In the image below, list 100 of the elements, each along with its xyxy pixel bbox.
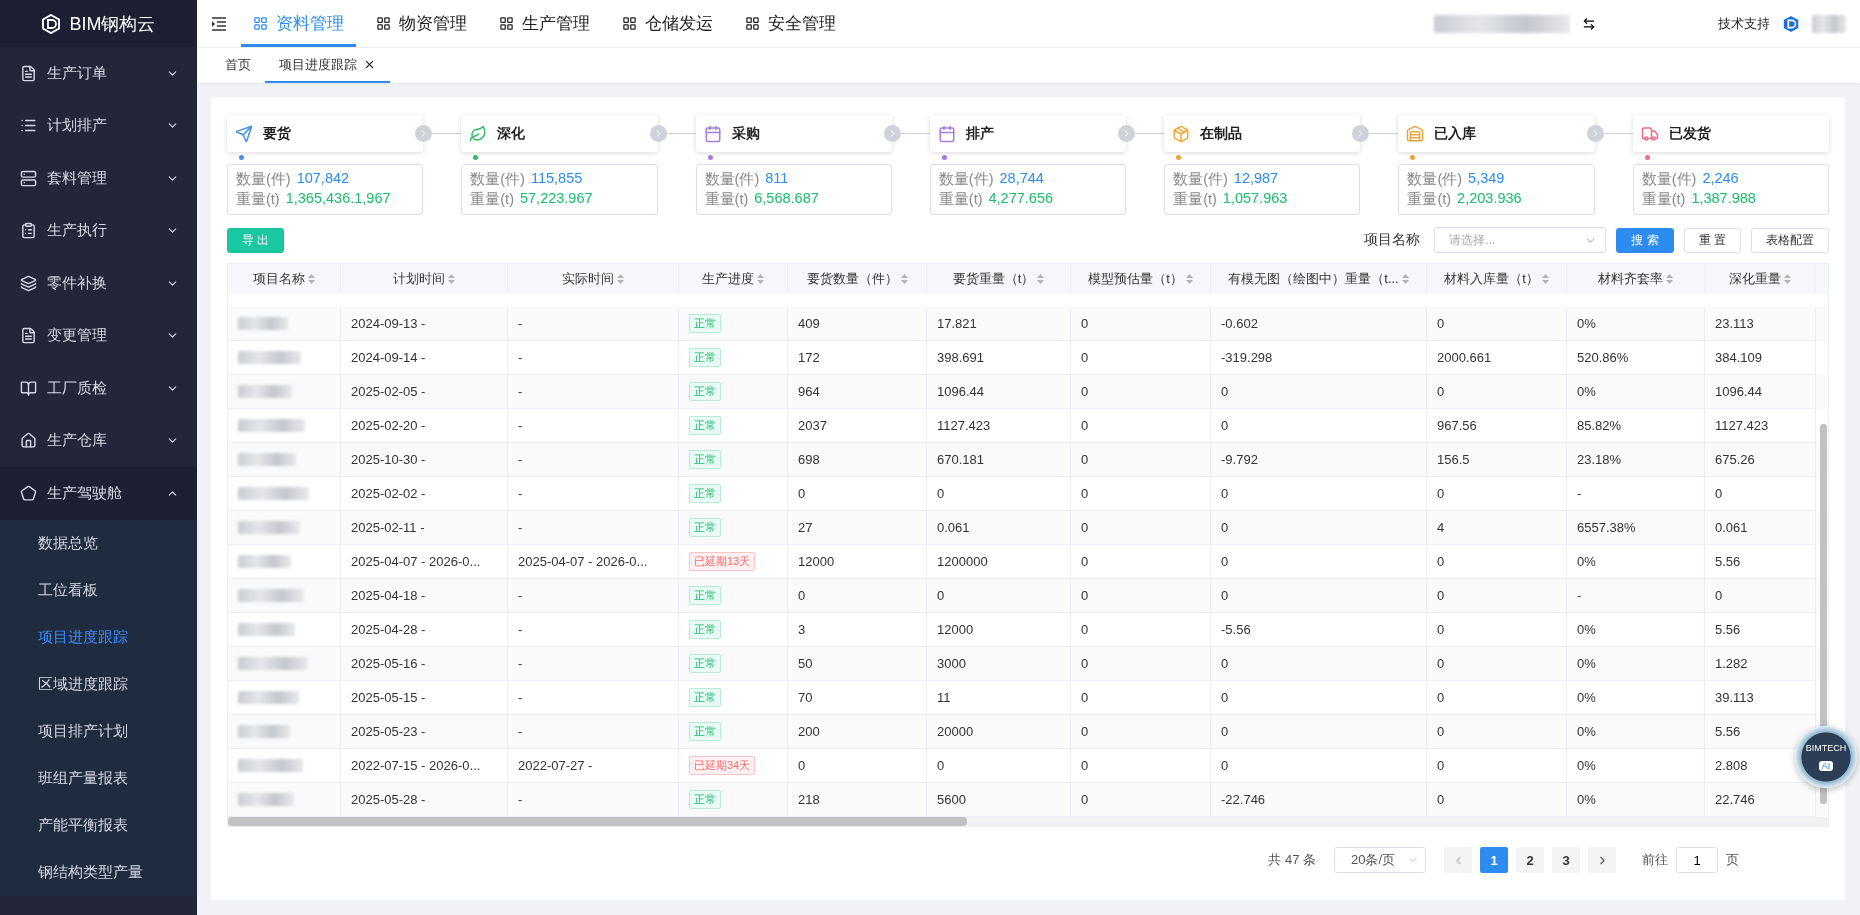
stat-label: 重量(t): [1407, 190, 1452, 209]
column-header[interactable]: 生产进度: [679, 264, 788, 294]
leaf-icon: [469, 124, 488, 143]
support-link[interactable]: 技术支持: [1718, 14, 1770, 33]
sort-icon[interactable]: [1037, 274, 1045, 284]
stage-title: 在制品: [1200, 124, 1243, 143]
status-tag: 正常: [689, 382, 721, 401]
header-label: 实际时间: [562, 270, 614, 288]
layers-icon: [20, 274, 37, 292]
submenu-item[interactable]: 钢结构类型产量: [0, 848, 197, 896]
sidebar-item[interactable]: 生产执行: [0, 204, 197, 257]
stat-value: 57,223.967: [519, 190, 593, 208]
calendar-icon: [937, 124, 956, 143]
stat-label: 数量(件): [470, 170, 525, 189]
sort-icon[interactable]: [757, 274, 764, 284]
clipboard-icon: [20, 222, 37, 240]
stat-label: 数量(件): [938, 170, 994, 189]
column-header[interactable]: 模型预估量（t）: [1071, 264, 1211, 294]
blurred-name: [238, 487, 309, 500]
sort-icon[interactable]: [900, 274, 908, 284]
page-tab[interactable]: 项目进度跟踪: [265, 48, 390, 83]
page-button[interactable]: 3: [1552, 847, 1580, 873]
sidebar-item[interactable]: 套料管理: [0, 152, 197, 205]
submenu-item[interactable]: 区域进度跟踪: [0, 660, 197, 708]
blurred-name: [238, 759, 303, 772]
grid-icon: [499, 16, 514, 31]
header-label: 要货重量（t）: [952, 270, 1035, 288]
header-label: 计划时间: [393, 270, 445, 288]
filter-label: 项目名称: [1364, 231, 1421, 249]
header-label: 有模无图（绘图中）重量（t...: [1228, 270, 1399, 288]
page-tab[interactable]: 首页: [211, 48, 265, 83]
sort-icon[interactable]: [308, 274, 315, 284]
column-header[interactable]: 有模无图（绘图中）重量（t...: [1211, 264, 1427, 294]
column-header[interactable]: 要货重量（t）: [927, 264, 1071, 294]
sort-icon[interactable]: [1185, 274, 1193, 284]
page-size-select[interactable]: 20条/页: [1334, 847, 1426, 873]
sort-icon[interactable]: [617, 274, 624, 284]
sidebar-item[interactable]: 变更管理: [0, 309, 197, 362]
submenu-item[interactable]: 工位看板: [0, 566, 197, 614]
goto-page-field[interactable]: 1: [1676, 847, 1718, 873]
submenu-item[interactable]: 项目进度跟踪: [0, 613, 197, 661]
sort-icon[interactable]: [1666, 274, 1673, 284]
header-label: 材料入库量（t）: [1444, 270, 1539, 288]
submenu-item[interactable]: 班组产量报表: [0, 754, 197, 802]
scrollbar[interactable]: [228, 817, 967, 826]
stat-label: 数量(件): [236, 170, 291, 189]
prev-page-button[interactable]: [1444, 847, 1472, 873]
nav-tab[interactable]: 生产管理: [487, 0, 602, 47]
next-page-button[interactable]: [1588, 847, 1616, 873]
sidebar-item[interactable]: 生产订单: [0, 47, 197, 100]
submenu-item[interactable]: 项目排产计划: [0, 707, 197, 755]
assistant-robot-button[interactable]: BIMTECH AI: [1795, 726, 1857, 788]
menu-icon[interactable]: [211, 16, 227, 31]
sort-icon[interactable]: [1541, 274, 1549, 284]
connector-line: [1134, 133, 1165, 134]
column-header[interactable]: 实际时间: [508, 264, 679, 294]
page-button[interactable]: 2: [1516, 847, 1544, 873]
stat-value: 1,387.988: [1691, 190, 1756, 208]
status-tag: 正常: [689, 518, 721, 537]
close-icon[interactable]: [363, 58, 376, 71]
stat-label: 重量(t): [1173, 190, 1217, 209]
table-config-button[interactable]: 表格配置: [1751, 227, 1829, 253]
column-header[interactable]: 材料齐套率: [1567, 264, 1705, 294]
stat-label: 数量(件): [1407, 170, 1463, 189]
header-label: 生产进度: [702, 270, 754, 288]
status-tag: 正常: [689, 314, 721, 333]
sidebar-item[interactable]: 工厂质检: [0, 362, 197, 415]
submenu-item[interactable]: 数据总览: [0, 519, 197, 567]
page-suffix: 页: [1726, 851, 1739, 869]
stat-value: 28,744: [999, 170, 1044, 188]
stat-label: 数量(件): [704, 170, 760, 189]
nav-tab[interactable]: 安全管理: [733, 0, 848, 47]
sidebar-item[interactable]: 生产驾驶舱: [0, 467, 197, 520]
blurred-name: [238, 317, 288, 330]
nav-tab[interactable]: 仓储发运: [610, 0, 725, 47]
sort-icon[interactable]: [1784, 274, 1791, 284]
column-header[interactable]: 计划时间: [341, 264, 508, 294]
sidebar-item[interactable]: 生产仓库: [0, 414, 197, 467]
column-header[interactable]: 深化重量: [1705, 264, 1816, 294]
sidebar-item[interactable]: 零件补换: [0, 257, 197, 310]
sidebar-item[interactable]: 计划排产: [0, 99, 197, 152]
swap-icon[interactable]: [1582, 16, 1596, 31]
column-header[interactable]: 要货数量（件）: [788, 264, 927, 294]
pentagon-icon: [20, 484, 37, 502]
column-header[interactable]: 材料入库量（t）: [1427, 264, 1567, 294]
calendar-icon: [703, 124, 722, 143]
sort-icon[interactable]: [448, 274, 455, 284]
column-header[interactable]: 项目名称: [228, 264, 341, 294]
stat-value: 115,855: [530, 170, 583, 188]
stat-label: 重量(t): [470, 190, 514, 209]
blurred-name: [238, 793, 294, 806]
blurred-name: [238, 351, 301, 364]
stage-title: 已发货: [1668, 124, 1711, 143]
submenu-item[interactable]: 产能平衡报表: [0, 801, 197, 849]
stat-value: 107,842: [296, 170, 350, 188]
blurred-name: [238, 385, 292, 398]
nav-tab[interactable]: 物资管理: [364, 0, 479, 47]
sort-icon[interactable]: [1401, 274, 1409, 284]
document-icon: [20, 64, 37, 82]
reset-button[interactable]: 重 置: [1683, 227, 1741, 253]
